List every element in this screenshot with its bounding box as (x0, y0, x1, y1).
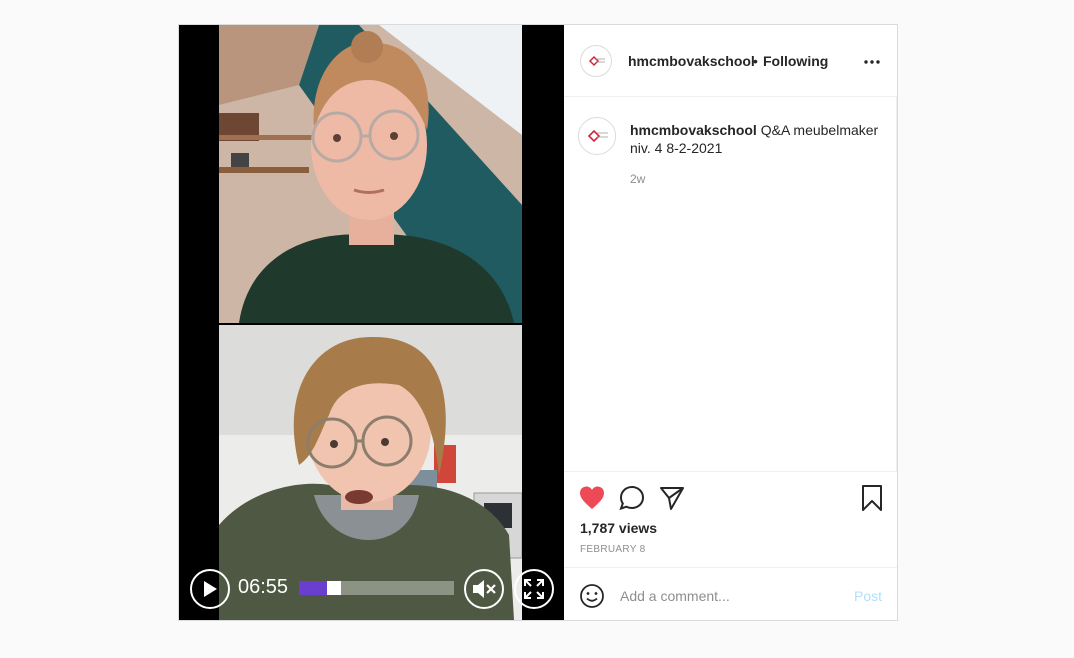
heart-icon[interactable] (578, 484, 606, 512)
instagram-post: 06:55 hmcmbovakschool • Following hmcmbo… (178, 24, 898, 621)
follow-separator: • (753, 53, 758, 69)
comment-icon[interactable] (618, 484, 646, 512)
header-username[interactable]: hmcmbovakschool (628, 53, 755, 69)
school-logo-icon (588, 55, 605, 67)
views-count[interactable]: 1,787 views (580, 520, 657, 536)
following-button[interactable]: Following (763, 53, 828, 69)
video-frame-top (219, 25, 522, 323)
post-caption: hmcmbovakschool Q&A meubelmaker niv. 4 8… (630, 121, 880, 157)
share-icon[interactable] (658, 484, 686, 512)
mute-icon (473, 580, 496, 598)
play-icon (204, 581, 217, 597)
video-time: 06:55 (238, 576, 289, 598)
play-button[interactable] (190, 569, 230, 609)
post-side-panel: hmcmbovakschool • Following hmcmbovaksch… (564, 25, 897, 620)
bookmark-icon[interactable] (858, 484, 886, 512)
avatar[interactable] (580, 45, 612, 77)
video-progress-fill (299, 581, 327, 595)
comment-bar: Post (564, 567, 897, 620)
post-comment-button[interactable]: Post (854, 588, 882, 604)
more-options-button[interactable] (864, 51, 880, 69)
fullscreen-icon (524, 579, 544, 599)
caption-username[interactable]: hmcmbovakschool (630, 122, 757, 138)
comment-input[interactable] (618, 582, 842, 610)
fullscreen-button[interactable] (514, 569, 554, 609)
emoji-icon[interactable] (579, 583, 605, 609)
caption-avatar[interactable] (578, 117, 616, 155)
post-actions: 1,787 views FEBRUARY 8 (564, 471, 897, 567)
more-icon (864, 60, 880, 64)
time-ago[interactable]: 2w (630, 172, 645, 186)
video-frame-top-image (219, 25, 522, 323)
post-header: hmcmbovakschool • Following (564, 25, 897, 97)
caption-area: hmcmbovakschool Q&A meubelmaker niv. 4 8… (564, 97, 897, 471)
video-controls: 06:55 (179, 558, 564, 620)
mute-button[interactable] (464, 569, 504, 609)
school-logo-icon (587, 129, 608, 143)
video-progress-knob[interactable] (326, 581, 341, 595)
post-date[interactable]: FEBRUARY 8 (580, 544, 645, 555)
video-progress-bar[interactable] (299, 581, 454, 595)
video-player[interactable]: 06:55 (179, 25, 564, 620)
